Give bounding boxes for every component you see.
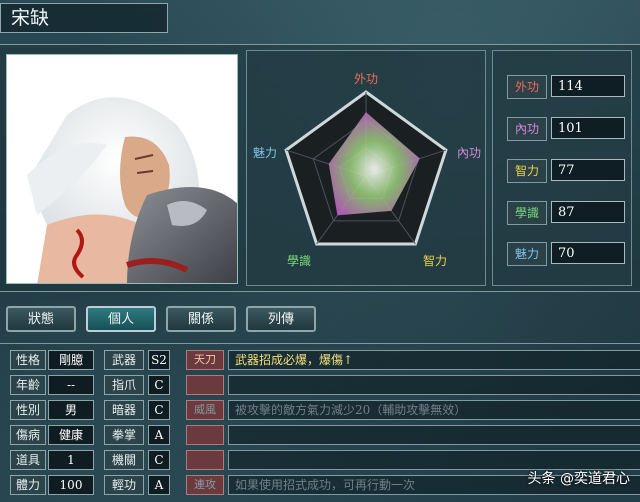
info-key: 性格 xyxy=(10,350,46,370)
art-grade: C xyxy=(148,375,170,395)
tab-personal[interactable]: 個人 xyxy=(86,306,156,332)
stat-value: 87 xyxy=(551,201,625,223)
attribute-radar-chart: 外功 內功 智力 學識 魅力 xyxy=(253,72,481,268)
tab-status[interactable]: 狀態 xyxy=(6,306,76,332)
info-value: 1 xyxy=(48,450,94,470)
stat-label: 內功 xyxy=(507,117,547,141)
radar-label-top: 外功 xyxy=(354,72,378,86)
attribute-radar-box: 外功 內功 智力 學識 魅力 xyxy=(246,50,486,286)
skill-desc xyxy=(228,375,640,395)
art-grade: S2 xyxy=(148,350,170,370)
skill-slot-empty[interactable] xyxy=(186,450,224,470)
tab-relations[interactable]: 關係 xyxy=(166,306,236,332)
art-grade: A xyxy=(148,475,170,495)
radar-label-bottom-right: 智力 xyxy=(423,253,447,268)
skill-desc xyxy=(228,450,640,470)
stat-value: 114 xyxy=(551,75,625,97)
stat-label: 魅力 xyxy=(507,242,547,266)
skill-slot-empty[interactable] xyxy=(186,425,224,445)
skill-name[interactable]: 天刀 xyxy=(186,350,224,370)
stat-label: 外功 xyxy=(507,75,547,99)
art-grade: A xyxy=(148,425,170,445)
art-key: 機關 xyxy=(104,450,144,470)
art-key: 武器 xyxy=(104,350,144,370)
art-grade: C xyxy=(148,400,170,420)
character-name: 宋缺 xyxy=(0,3,168,33)
stat-label: 學識 xyxy=(507,201,547,225)
art-key: 拳掌 xyxy=(104,425,144,445)
radar-label-left: 魅力 xyxy=(253,145,277,160)
skill-slot-empty[interactable] xyxy=(186,375,224,395)
info-value: 健康 xyxy=(48,425,94,445)
character-portrait xyxy=(6,54,238,284)
stat-label: 智力 xyxy=(507,159,547,183)
stat-value: 77 xyxy=(551,159,625,181)
watermark: 头条 @奕道君心 xyxy=(527,471,630,487)
art-key: 暗器 xyxy=(104,400,144,420)
skill-desc xyxy=(228,425,640,445)
stat-value: 101 xyxy=(551,117,625,139)
info-key: 傷病 xyxy=(10,425,46,445)
info-value: -- xyxy=(48,375,94,395)
divider xyxy=(0,343,640,344)
portrait-art xyxy=(7,55,237,283)
tab-bar: 狀態 個人 關係 列傳 xyxy=(0,306,640,338)
skill-desc: 被攻擊的敵方氣力減少20（輔助攻擊無效） xyxy=(228,400,640,420)
skill-desc: 武器招成必爆，爆傷↑ xyxy=(228,350,640,370)
skill-name[interactable]: 連攻 xyxy=(186,475,224,495)
skill-name[interactable]: 威風 xyxy=(186,400,224,420)
tab-biography[interactable]: 列傳 xyxy=(246,306,316,332)
info-key: 體力 xyxy=(10,475,46,495)
info-key: 道具 xyxy=(10,450,46,470)
info-key: 性別 xyxy=(10,400,46,420)
info-value: 100 xyxy=(48,475,94,495)
attribute-values-box: 外功 114 內功 101 智力 77 學識 87 魅力 70 xyxy=(492,50,632,286)
info-value: 男 xyxy=(48,400,94,420)
info-value: 剛臆 xyxy=(48,350,94,370)
info-key: 年齡 xyxy=(10,375,46,395)
radar-label-bottom-left: 學識 xyxy=(287,254,311,268)
art-key: 輕功 xyxy=(104,475,144,495)
radar-label-right: 內功 xyxy=(457,146,481,160)
art-grade: C xyxy=(148,450,170,470)
stat-value: 70 xyxy=(551,242,625,264)
art-key: 指爪 xyxy=(104,375,144,395)
